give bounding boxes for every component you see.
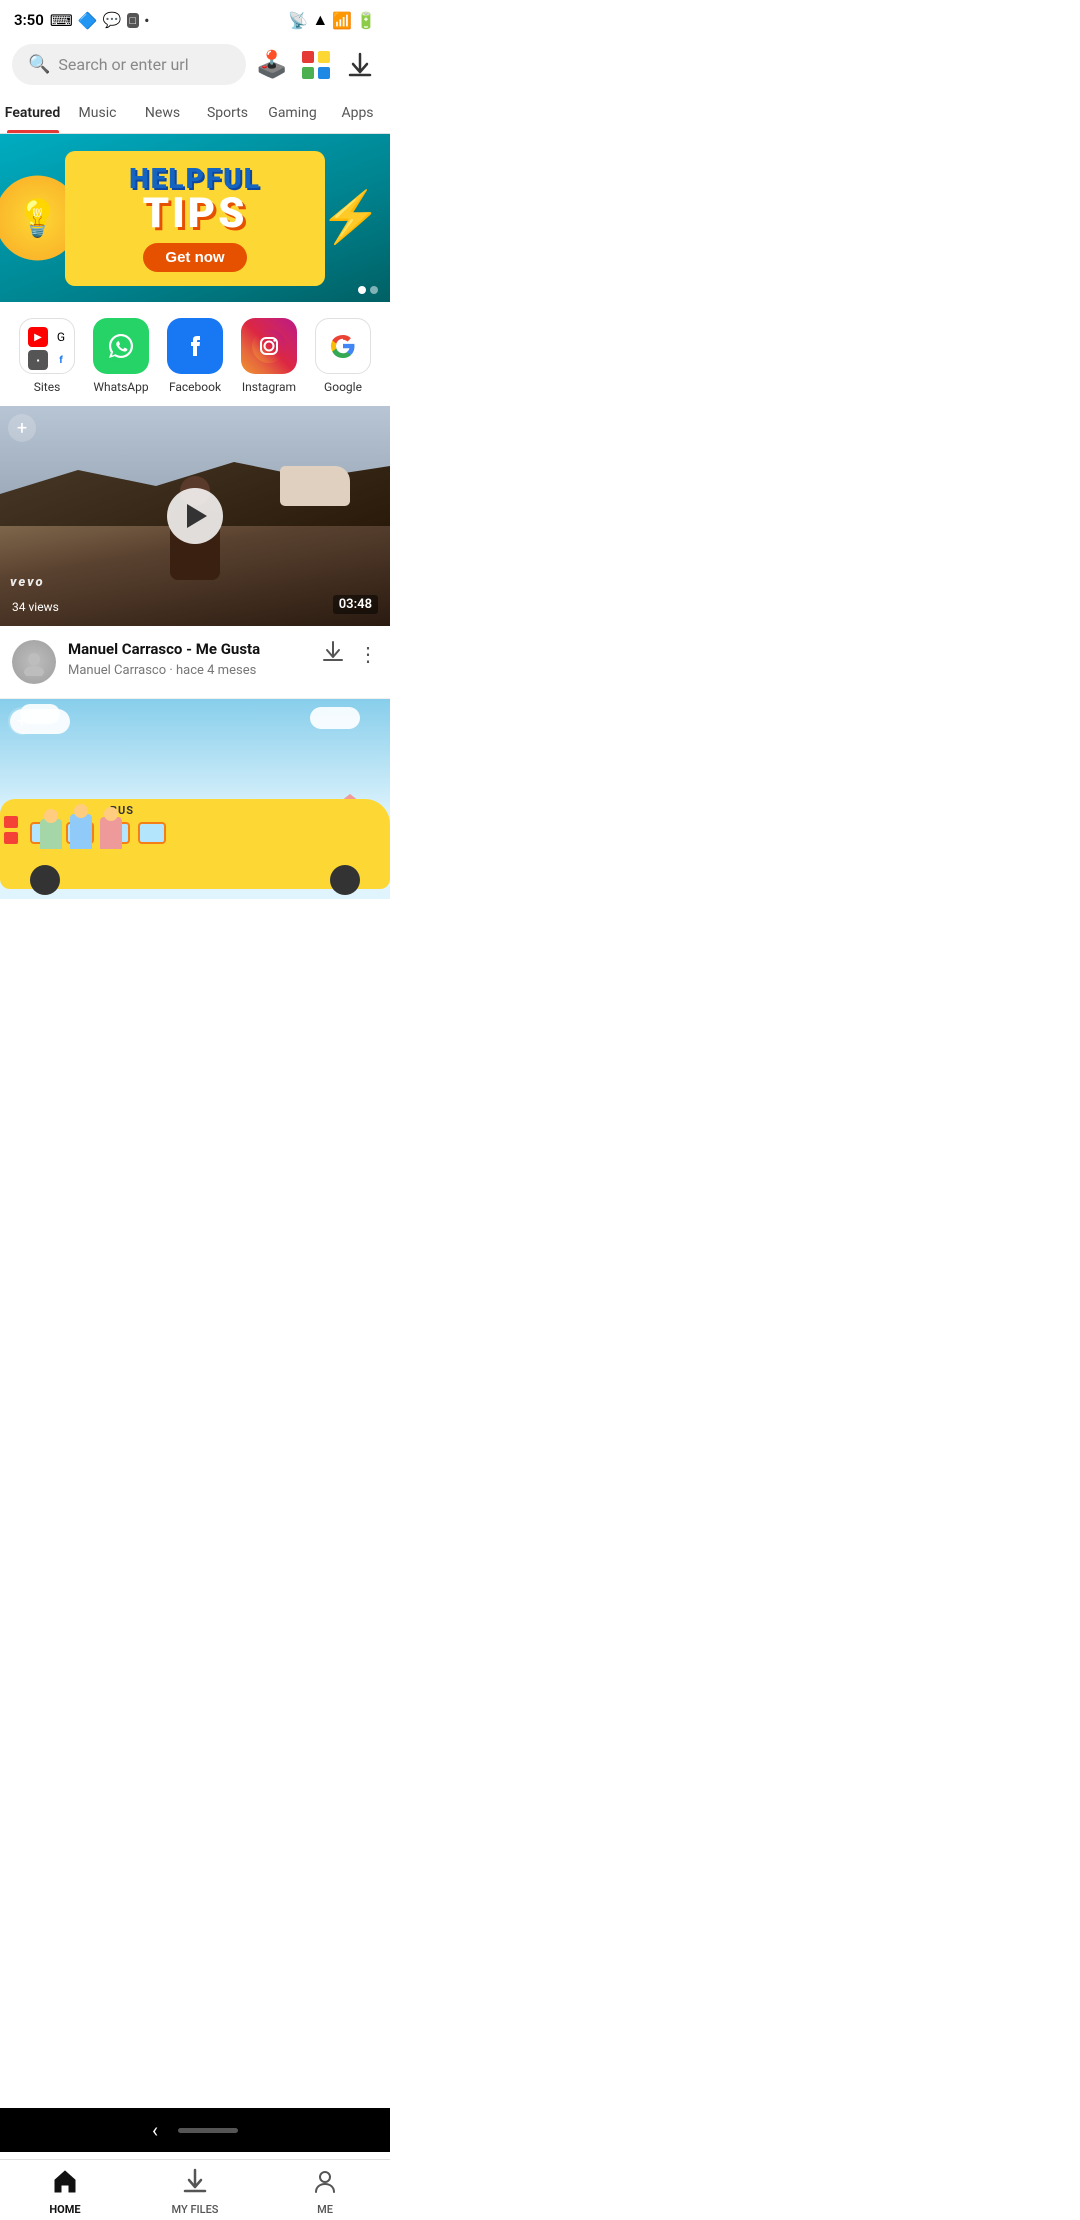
status-right-icons: 📡 ▲ 📶 🔋 [288, 10, 376, 30]
video1-duration: 03:48 [333, 595, 378, 614]
video1-thumbnail[interactable]: vevo 34 views 03:48 [0, 406, 390, 626]
sites-icon: ▶ G ▪ f [19, 318, 75, 374]
home-icon [52, 2168, 78, 2200]
facebook-icon-img [167, 318, 223, 374]
tab-news[interactable]: News [130, 93, 195, 133]
bottom-nav-home[interactable]: HOME [0, 2168, 130, 2216]
download-btn[interactable] [342, 47, 378, 83]
app-icon-instagram[interactable]: Instagram [241, 318, 297, 394]
home-label: HOME [49, 2203, 80, 2216]
android-back-btn[interactable]: ‹ [152, 2118, 158, 2142]
video1-meta: Manuel Carrasco · hace 4 meses [68, 663, 310, 678]
download-icon [347, 52, 373, 78]
me-icon [312, 2168, 338, 2200]
app-icon-google[interactable]: Google [315, 318, 371, 394]
status-bar: 3:50 ⌨ 🔷 💬 □ • 📡 ▲ 📶 🔋 [0, 0, 390, 36]
instagram-icon-img [241, 318, 297, 374]
video-card-2: + STOP B [0, 699, 390, 899]
video1-views: 34 views [12, 600, 59, 614]
tab-apps[interactable]: Apps [325, 93, 390, 133]
bottom-nav-me[interactable]: ME [260, 2168, 390, 2216]
vpn-icon: 🔷 [78, 11, 98, 30]
whatsapp-icon-img [93, 318, 149, 374]
video1-text: Manuel Carrasco - Me Gusta Manuel Carras… [68, 640, 310, 678]
video1-actions: ⋮ [322, 640, 378, 667]
search-input-wrap[interactable]: 🔍 Search or enter url [12, 44, 246, 85]
banner-dots [358, 286, 378, 294]
sites-label: Sites [34, 380, 61, 394]
banner[interactable]: 💡 HELPFUL TIPS Get now ⚡ [0, 134, 390, 302]
screen-rec-icon: □ [127, 13, 140, 28]
video1-vevo: vevo [10, 575, 45, 590]
joystick-icon-btn[interactable]: 🕹️ [254, 47, 290, 83]
cast-icon: 📡 [288, 11, 308, 30]
android-home-pill[interactable] [178, 2128, 238, 2133]
sites-google-sub-icon: G [51, 327, 71, 347]
app-icon-facebook[interactable]: Facebook [167, 318, 223, 394]
status-time: 3:50 [14, 11, 44, 29]
apps-grid-btn[interactable] [298, 47, 334, 83]
apps-grid-icon [300, 49, 332, 81]
video1-download-icon[interactable] [322, 640, 344, 667]
video-card-1: + vevo 34 views 03:48 [0, 406, 390, 626]
signal-icon: 📶 [332, 11, 352, 30]
status-left-icons: ⌨ 🔷 💬 □ • [50, 11, 150, 30]
android-nav-bar: ‹ [0, 2108, 390, 2152]
tab-sports[interactable]: Sports [195, 93, 260, 133]
wifi-icon: ▲ [312, 10, 328, 30]
banner-title-tips: TIPS [93, 193, 297, 235]
video1-title: Manuel Carrasco - Me Gusta [68, 640, 310, 660]
joystick-icon: 🕹️ [256, 50, 288, 80]
google-icon-img [315, 318, 371, 374]
sites-misc1-icon: ▪ [28, 350, 48, 370]
app-icon-whatsapp[interactable]: WhatsApp [93, 318, 149, 394]
search-placeholder: Search or enter url [58, 55, 188, 74]
banner-content: HELPFUL TIPS Get now [65, 151, 325, 286]
sites-misc2-icon: f [51, 350, 71, 370]
msg-icon: 💬 [103, 11, 122, 29]
tab-featured[interactable]: Featured [0, 93, 65, 133]
dot-icon: • [144, 11, 149, 30]
banner-get-now-btn[interactable]: Get now [143, 243, 246, 272]
video1-avatar [12, 640, 56, 684]
bottom-nav: HOME MY FILES ME [0, 2159, 390, 2220]
my-files-label: MY FILES [172, 2203, 219, 2216]
kb-icon: ⌨ [50, 11, 73, 30]
battery-icon: 🔋 [356, 11, 376, 30]
video1-info-row: Manuel Carrasco - Me Gusta Manuel Carras… [0, 626, 390, 699]
search-icon: 🔍 [28, 54, 50, 75]
tab-music[interactable]: Music [65, 93, 130, 133]
video2-add-btn[interactable]: + [8, 707, 36, 735]
whatsapp-label: WhatsApp [93, 380, 148, 394]
video2-thumbnail[interactable]: STOP BUS [0, 699, 390, 899]
banner-lightning: ⚡ [320, 189, 382, 247]
nav-tabs: Featured Music News Sports Gaming Apps [0, 93, 390, 134]
search-bar-container: 🔍 Search or enter url 🕹️ [0, 36, 390, 93]
video1-more-icon[interactable]: ⋮ [358, 642, 378, 666]
google-label: Google [324, 380, 362, 394]
video1-play-btn[interactable] [167, 488, 223, 544]
instagram-label: Instagram [242, 380, 296, 394]
video1-add-btn[interactable]: + [8, 414, 36, 442]
bottom-nav-my-files[interactable]: MY FILES [130, 2168, 260, 2216]
sites-youtube-icon: ▶ [28, 327, 48, 347]
my-files-icon [182, 2168, 208, 2200]
facebook-label: Facebook [169, 380, 221, 394]
tab-gaming[interactable]: Gaming [260, 93, 325, 133]
app-icons-row: ▶ G ▪ f Sites WhatsApp [0, 302, 390, 406]
me-label: ME [317, 2203, 333, 2216]
app-icon-sites[interactable]: ▶ G ▪ f Sites [19, 318, 75, 394]
